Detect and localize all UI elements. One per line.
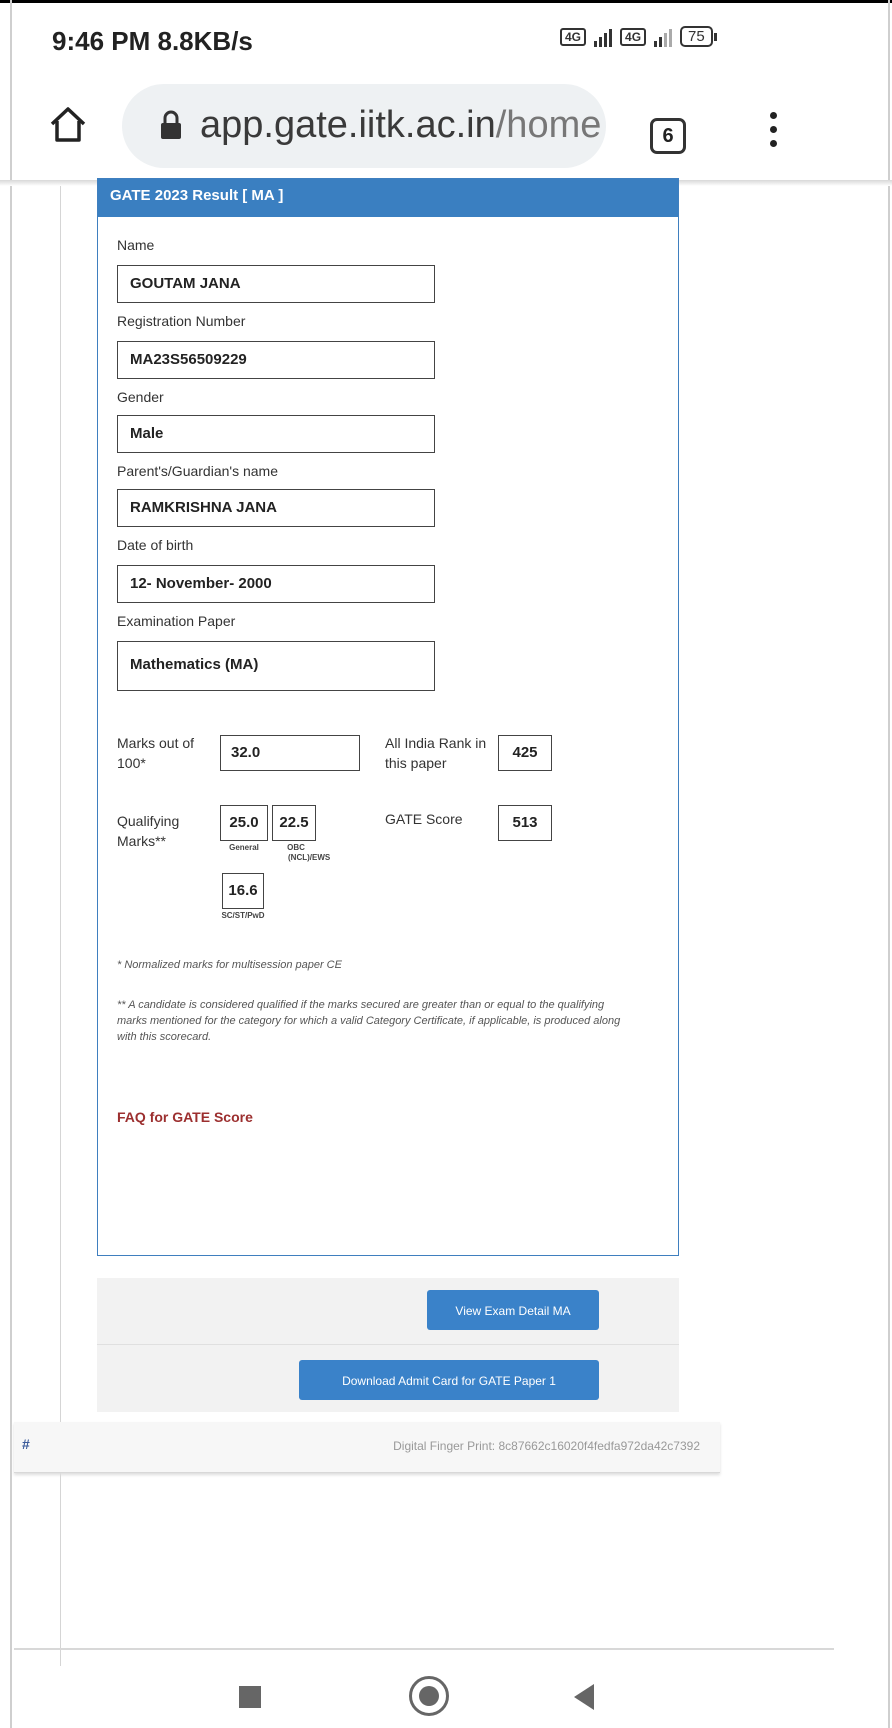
marks-value: 32.0	[220, 735, 360, 771]
exam-paper-label: Examination Paper	[117, 613, 236, 629]
marks-label-line2: 100*	[117, 755, 146, 771]
dob-label: Date of birth	[117, 537, 194, 553]
network-speed: 8.8KB/s	[157, 26, 253, 56]
download-admit-card-button[interactable]: Download Admit Card for GATE Paper 1	[299, 1360, 599, 1400]
name-label: Name	[117, 237, 155, 253]
marks-label-line1: Marks out of	[117, 735, 195, 751]
battery-icon: 75	[680, 26, 717, 47]
back-triangle-icon[interactable]	[574, 1684, 594, 1710]
name-field: GOUTAM JANA	[117, 265, 435, 303]
footer-bar: # Digital Finger Print: 8c87662c16020f4f…	[14, 1422, 720, 1473]
action-bar: View Exam Detail MA Download Admit Card …	[97, 1278, 679, 1412]
signal-icon	[594, 27, 613, 47]
address-bar[interactable]: app.gate.iitk.ac.in/home	[122, 84, 606, 168]
nav-divider	[14, 1648, 834, 1650]
sim1-badge: 4G	[560, 27, 587, 46]
home-circle-icon[interactable]	[409, 1676, 449, 1716]
registration-label: Registration Number	[117, 313, 246, 329]
rank-label-line2: this paper	[385, 755, 447, 771]
top-border	[0, 0, 892, 3]
card-header: GATE 2023 Result [ MA ]	[98, 179, 678, 217]
signal-icon-2	[654, 27, 673, 47]
dob-field: 12- November- 2000	[117, 565, 435, 603]
gender-field: Male	[117, 415, 435, 453]
gate-score-label: GATE Score	[385, 811, 463, 827]
footnote-normalized: * Normalized marks for multisession pape…	[117, 959, 342, 971]
gender-label: Gender	[117, 389, 164, 405]
lock-icon	[161, 110, 181, 139]
guardian-field: RAMKRISHNA JANA	[117, 489, 435, 527]
qualifying-label: Qualifying Marks**	[117, 811, 179, 851]
qual-obc-value: 22.5	[272, 805, 316, 841]
url-text: app.gate.iitk.ac.in/home	[200, 104, 601, 147]
marks-label: Marks out of 100*	[117, 733, 194, 773]
action-separator	[97, 1344, 679, 1345]
url-path: /home	[495, 104, 602, 146]
digital-fingerprint: Digital Finger Print: 8c87662c16020f4fed…	[393, 1439, 700, 1453]
recents-square-icon[interactable]	[239, 1686, 261, 1708]
footnote-qualified: ** A candidate is considered qualified i…	[117, 999, 621, 1043]
kebab-menu-icon[interactable]	[770, 112, 777, 147]
left-border	[10, 0, 12, 1728]
status-icons: 4G 4G 75	[560, 26, 717, 47]
rank-label: All India Rank in this paper	[385, 733, 486, 773]
status-time: 9:46 PM 8.8KB/s	[52, 26, 253, 57]
qual-general-value: 25.0	[220, 805, 268, 841]
gate-score-value: 513	[498, 805, 552, 841]
faq-gate-score-link[interactable]: FAQ for GATE Score	[117, 1109, 253, 1125]
url-host: app.gate.iitk.ac.in	[200, 104, 496, 146]
qual-general-caption: General	[229, 843, 259, 852]
rank-value: 425	[498, 735, 552, 771]
qual-sc-caption: SC/ST/PwD	[221, 911, 265, 920]
battery-level: 75	[680, 26, 713, 47]
clock: 9:46 PM	[52, 26, 151, 56]
qual-obc-caption-line1: OBC	[287, 843, 305, 852]
sim2-badge: 4G	[620, 27, 647, 46]
view-exam-detail-button[interactable]: View Exam Detail MA	[427, 1290, 599, 1330]
exam-paper-field: Mathematics (MA)	[117, 641, 435, 691]
qual-obc-caption: OBC (NCL)/EWS	[266, 843, 331, 863]
rank-label-line1: All India Rank in	[385, 735, 487, 751]
result-card: GATE 2023 Result [ MA ] Name GOUTAM JANA…	[97, 178, 679, 1256]
qualifying-label-line1: Qualifying	[117, 813, 180, 829]
home-icon[interactable]	[48, 104, 88, 144]
qual-sc-value: 16.6	[222, 873, 264, 909]
right-border	[888, 0, 890, 1728]
qual-obc-caption-line2: (NCL)/EWS	[288, 853, 331, 862]
qualifying-label-line2: Marks**	[117, 833, 167, 849]
registration-field: MA23S56509229	[117, 341, 435, 379]
guardian-label: Parent's/Guardian's name	[117, 463, 278, 479]
tab-switcher-button[interactable]: 6	[650, 118, 686, 154]
footer-link[interactable]: #	[22, 1436, 30, 1452]
